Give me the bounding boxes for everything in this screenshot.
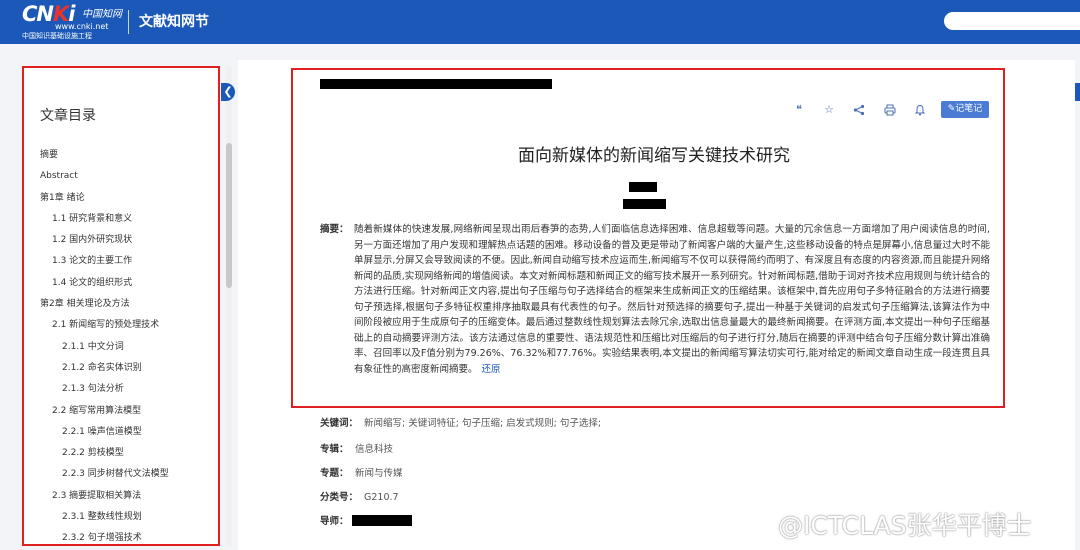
take-notes-button[interactable]: ✎记笔记: [941, 101, 989, 118]
header-divider: [128, 10, 129, 34]
toc-list: 摘要 Abstract 第1章 绪论 1.1 研究背景和意义 1.2 国内外研究现状 1.…: [24, 145, 218, 544]
keywords-value[interactable]: 新闻缩写; 关键词特征; 句子压缩; 启发式规则; 句子选择;: [364, 416, 601, 431]
toc-item[interactable]: 2.3.1 整数线性规划: [24, 507, 218, 528]
toc-item[interactable]: 1.2 国内外研究现状: [24, 230, 218, 251]
chevron-left-icon: ❮: [223, 85, 233, 98]
print-button[interactable]: [881, 101, 899, 119]
cnki-logo-slogan: 中国知识基础设施工程: [22, 32, 92, 40]
album-value: 信息科技: [355, 444, 394, 455]
watermark: @ICTCLAS张华平博士: [736, 506, 1080, 546]
classification-label: 分类号：: [320, 492, 359, 503]
classification-value: G210.7: [364, 492, 399, 503]
toc-item[interactable]: 1.1 研究背景和意义: [24, 209, 218, 230]
cnki-logo-chinese-name: 中国知网: [82, 9, 122, 20]
toc-item[interactable]: 2.3.2 句子增强技术: [24, 528, 218, 544]
abstract-body: 随着新媒体的快速发展,网络新闻呈现出雨后春笋的态势,人们面临信息选择困难、信息超…: [354, 224, 990, 375]
star-icon: ☆: [824, 103, 834, 116]
toc-item[interactable]: 2.2.1 噪声信道模型: [24, 422, 218, 443]
share-icon: [853, 104, 865, 116]
printer-icon: [884, 104, 896, 116]
redacted-author: [629, 182, 657, 192]
toc-item[interactable]: 第2章 相关理论及方法: [24, 294, 218, 315]
top-header: CNKi 中国知网 www.cnki.net 中国知识基础设施工程 文献知网节: [0, 0, 1080, 44]
toc-item[interactable]: Abstract: [24, 166, 218, 187]
notify-button[interactable]: [911, 101, 929, 119]
toc-item[interactable]: 2.2.2 剪枝模型: [24, 443, 218, 464]
toc-item[interactable]: 2.1.1 中文分词: [24, 337, 218, 358]
weibo-icon: [737, 516, 769, 541]
toc-item[interactable]: 摘要: [24, 145, 218, 166]
watermark-text: @ICTCLAS张华平博士: [778, 511, 1032, 540]
right-side-tab[interactable]: [1075, 83, 1080, 101]
toc-scrollbar-track[interactable]: [226, 66, 232, 546]
redacted-source-line: [320, 79, 552, 89]
restore-link[interactable]: 还原: [482, 364, 501, 375]
advisor-label: 导师：: [320, 516, 349, 527]
toc-scrollbar-thumb[interactable]: [226, 143, 232, 288]
collapse-toc-button[interactable]: ❮: [221, 83, 235, 101]
abstract-label: 摘要：: [320, 224, 349, 235]
take-notes-label: 记笔记: [955, 104, 983, 114]
cnki-logo-url: www.cnki.net: [55, 22, 109, 31]
quote-icon: ❝: [796, 103, 802, 116]
table-of-contents-panel: 文章目录 摘要 Abstract 第1章 绪论 1.1 研究背景和意义 1.2 国内外研…: [22, 66, 220, 546]
toc-title: 文章目录: [40, 108, 96, 124]
cnki-logo[interactable]: CNKi 中国知网 www.cnki.net 中国知识基础设施工程: [22, 3, 132, 41]
favorite-button[interactable]: ☆: [820, 101, 838, 119]
toc-item[interactable]: 2.1 新闻缩写的预处理技术: [24, 315, 218, 336]
quote-button[interactable]: ❝: [790, 101, 808, 119]
search-input[interactable]: [944, 12, 1080, 30]
album-label: 专辑：: [320, 444, 349, 455]
abstract-text: 随着新媒体的快速发展,网络新闻呈现出雨后春笋的态势,人们面临信息选择困难、信息超…: [354, 222, 990, 377]
toc-item[interactable]: 1.3 论文的主要工作: [24, 251, 218, 272]
toc-item[interactable]: 2.1.2 命名实体识别: [24, 358, 218, 379]
toc-item[interactable]: 2.2.3 同步树替代文法模型: [24, 464, 218, 485]
page-section-title: 文献知网节: [139, 14, 209, 30]
bell-icon: [914, 104, 926, 116]
redacted-advisor: [352, 515, 412, 526]
redacted-institution: [623, 199, 666, 209]
topic-label: 专题：: [320, 468, 349, 479]
toc-item[interactable]: 2.1.3 句法分析: [24, 379, 218, 400]
topic-value: 新闻与传媒: [355, 468, 403, 479]
article-title: 面向新媒体的新闻缩写关键技术研究: [518, 146, 790, 166]
toc-item[interactable]: 2.2 缩写常用算法模型: [24, 401, 218, 422]
toc-item[interactable]: 第1章 绪论: [24, 188, 218, 209]
toc-item[interactable]: 2.3 摘要提取相关算法: [24, 486, 218, 507]
keywords-label: 关键词：: [320, 418, 359, 429]
share-button[interactable]: [850, 101, 868, 119]
toc-item[interactable]: 1.4 论文的组织形式: [24, 273, 218, 294]
